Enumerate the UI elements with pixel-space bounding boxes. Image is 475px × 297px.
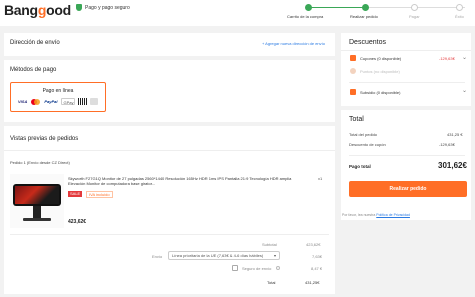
product-quantity: x1 [318, 176, 323, 181]
points-label: Puntos (no disponible) [360, 69, 400, 74]
divider [4, 150, 335, 151]
chevron-down-icon[interactable]: ⌄ [462, 54, 467, 61]
shipping-address-title: Dirección de envío [10, 40, 60, 46]
step-label-order: Realizar pedido [350, 14, 378, 19]
divider [341, 50, 471, 51]
online-payment-label: Pago en línea [42, 88, 74, 94]
shipping-insurance-checkbox[interactable] [232, 265, 238, 271]
privacy-note: Por favor, lea nuestra Política de Priva… [342, 213, 410, 217]
step-label-success: Éxito [455, 14, 464, 19]
info-icon[interactable] [276, 266, 280, 270]
privacy-prefix: Por favor, lea nuestra [342, 213, 376, 217]
shipping-method-select[interactable]: Línea prioritaria de la UE (7,63€ & 4-6 … [168, 251, 280, 260]
payable-label: Pago total [349, 164, 371, 169]
privacy-policy-link[interactable]: Política de Privacidad [376, 213, 410, 217]
step-label-cart: Carrito de la compra [287, 14, 324, 19]
subtotal-value: 423,62€ [306, 242, 321, 247]
progress-line-2 [365, 7, 415, 8]
secure-payment-text: Pago y pago seguro [85, 4, 130, 11]
shipping-insurance-value: 8,47 € [311, 266, 323, 271]
shipping-label: Envío [152, 254, 163, 259]
progress-line-1 [308, 7, 365, 8]
coupon-icon [350, 55, 356, 61]
order-preview-title: Vistas previas de pedidos [10, 136, 79, 142]
secure-payment-badge: Pago y pago seguro [76, 4, 130, 11]
step-dot-success [456, 4, 463, 11]
shipping-address-card: Dirección de envío + Agregar nueva direc… [4, 33, 335, 56]
subtotal-label: Subtotal [262, 242, 277, 247]
shipping-insurance-label: Seguro de envío [242, 266, 272, 271]
product-price: 423,62€ [68, 219, 87, 225]
divider [349, 155, 465, 156]
payment-logos: VISA PayPal GPay [17, 98, 99, 105]
shield-check-icon [76, 4, 82, 11]
points-icon [350, 68, 356, 74]
chevron-down-icon: ▾ [273, 253, 276, 258]
totals-title: Total [349, 116, 364, 123]
chevron-down-icon[interactable]: ⌄ [462, 87, 467, 94]
product-image[interactable] [10, 174, 64, 228]
product-name[interactable]: Skyworth F27G1Q Monitor de 27 pulgadas 2… [68, 176, 303, 186]
step-label-pay: Pagar [409, 14, 420, 19]
divider [10, 234, 329, 235]
shipping-value: 7,63€ [312, 254, 323, 259]
coupons-value: -129,63€ [439, 56, 455, 61]
order-total-value: 431,25 € [447, 132, 463, 137]
coupon-discount-value: -129,63€ [439, 142, 455, 147]
online-payment-option[interactable]: Pago en línea VISA PayPal GPay [10, 82, 106, 112]
place-order-button[interactable]: Realizar pedido [349, 181, 467, 197]
top-header: Banggood Pago y pago seguro Carrito de l… [0, 0, 475, 26]
step-dot-order [362, 4, 369, 11]
banggood-logo[interactable]: Banggood [4, 2, 71, 18]
barcode-icon [78, 98, 88, 105]
order-total-label: Total del pedido [349, 132, 378, 137]
visa-icon: VISA [18, 99, 28, 104]
google-pay-icon: GPay [61, 98, 76, 105]
add-address-link[interactable]: + Agregar nueva dirección de envío [262, 41, 325, 46]
coupons-label[interactable]: Cupones (0 disponible) [360, 56, 401, 61]
coupon-discount-label: Descuento de cupón [349, 142, 386, 147]
shipping-method-value: Línea prioritaria de la UE (7,63€ & 4-6 … [172, 253, 264, 258]
paypal-icon: PayPal [44, 99, 58, 104]
boleto-icon [90, 98, 99, 105]
payable-value: 301,62€ [438, 161, 467, 170]
divider [349, 82, 465, 83]
order-total-label: Total [267, 280, 276, 285]
subsidy-icon [350, 89, 356, 95]
mastercard-icon [31, 98, 41, 105]
package-label: Pedido 1 (Envío desde CZ Direct) [10, 160, 70, 165]
order-total-value: 431,25€ [305, 280, 320, 285]
subsidy-label[interactable]: Subsidio (0 disponible) [360, 90, 400, 95]
checkout-progress: Carrito de la compra Realizar pedido Pag… [287, 3, 475, 23]
step-dot-cart [305, 4, 312, 11]
discounts-title: Descuentos [349, 39, 386, 46]
sale-tag: SALE [68, 191, 83, 197]
payment-methods-title: Métodos de pago [10, 67, 57, 73]
step-dot-pay [411, 4, 418, 11]
vat-included-tag: IVA incluido [86, 191, 113, 198]
